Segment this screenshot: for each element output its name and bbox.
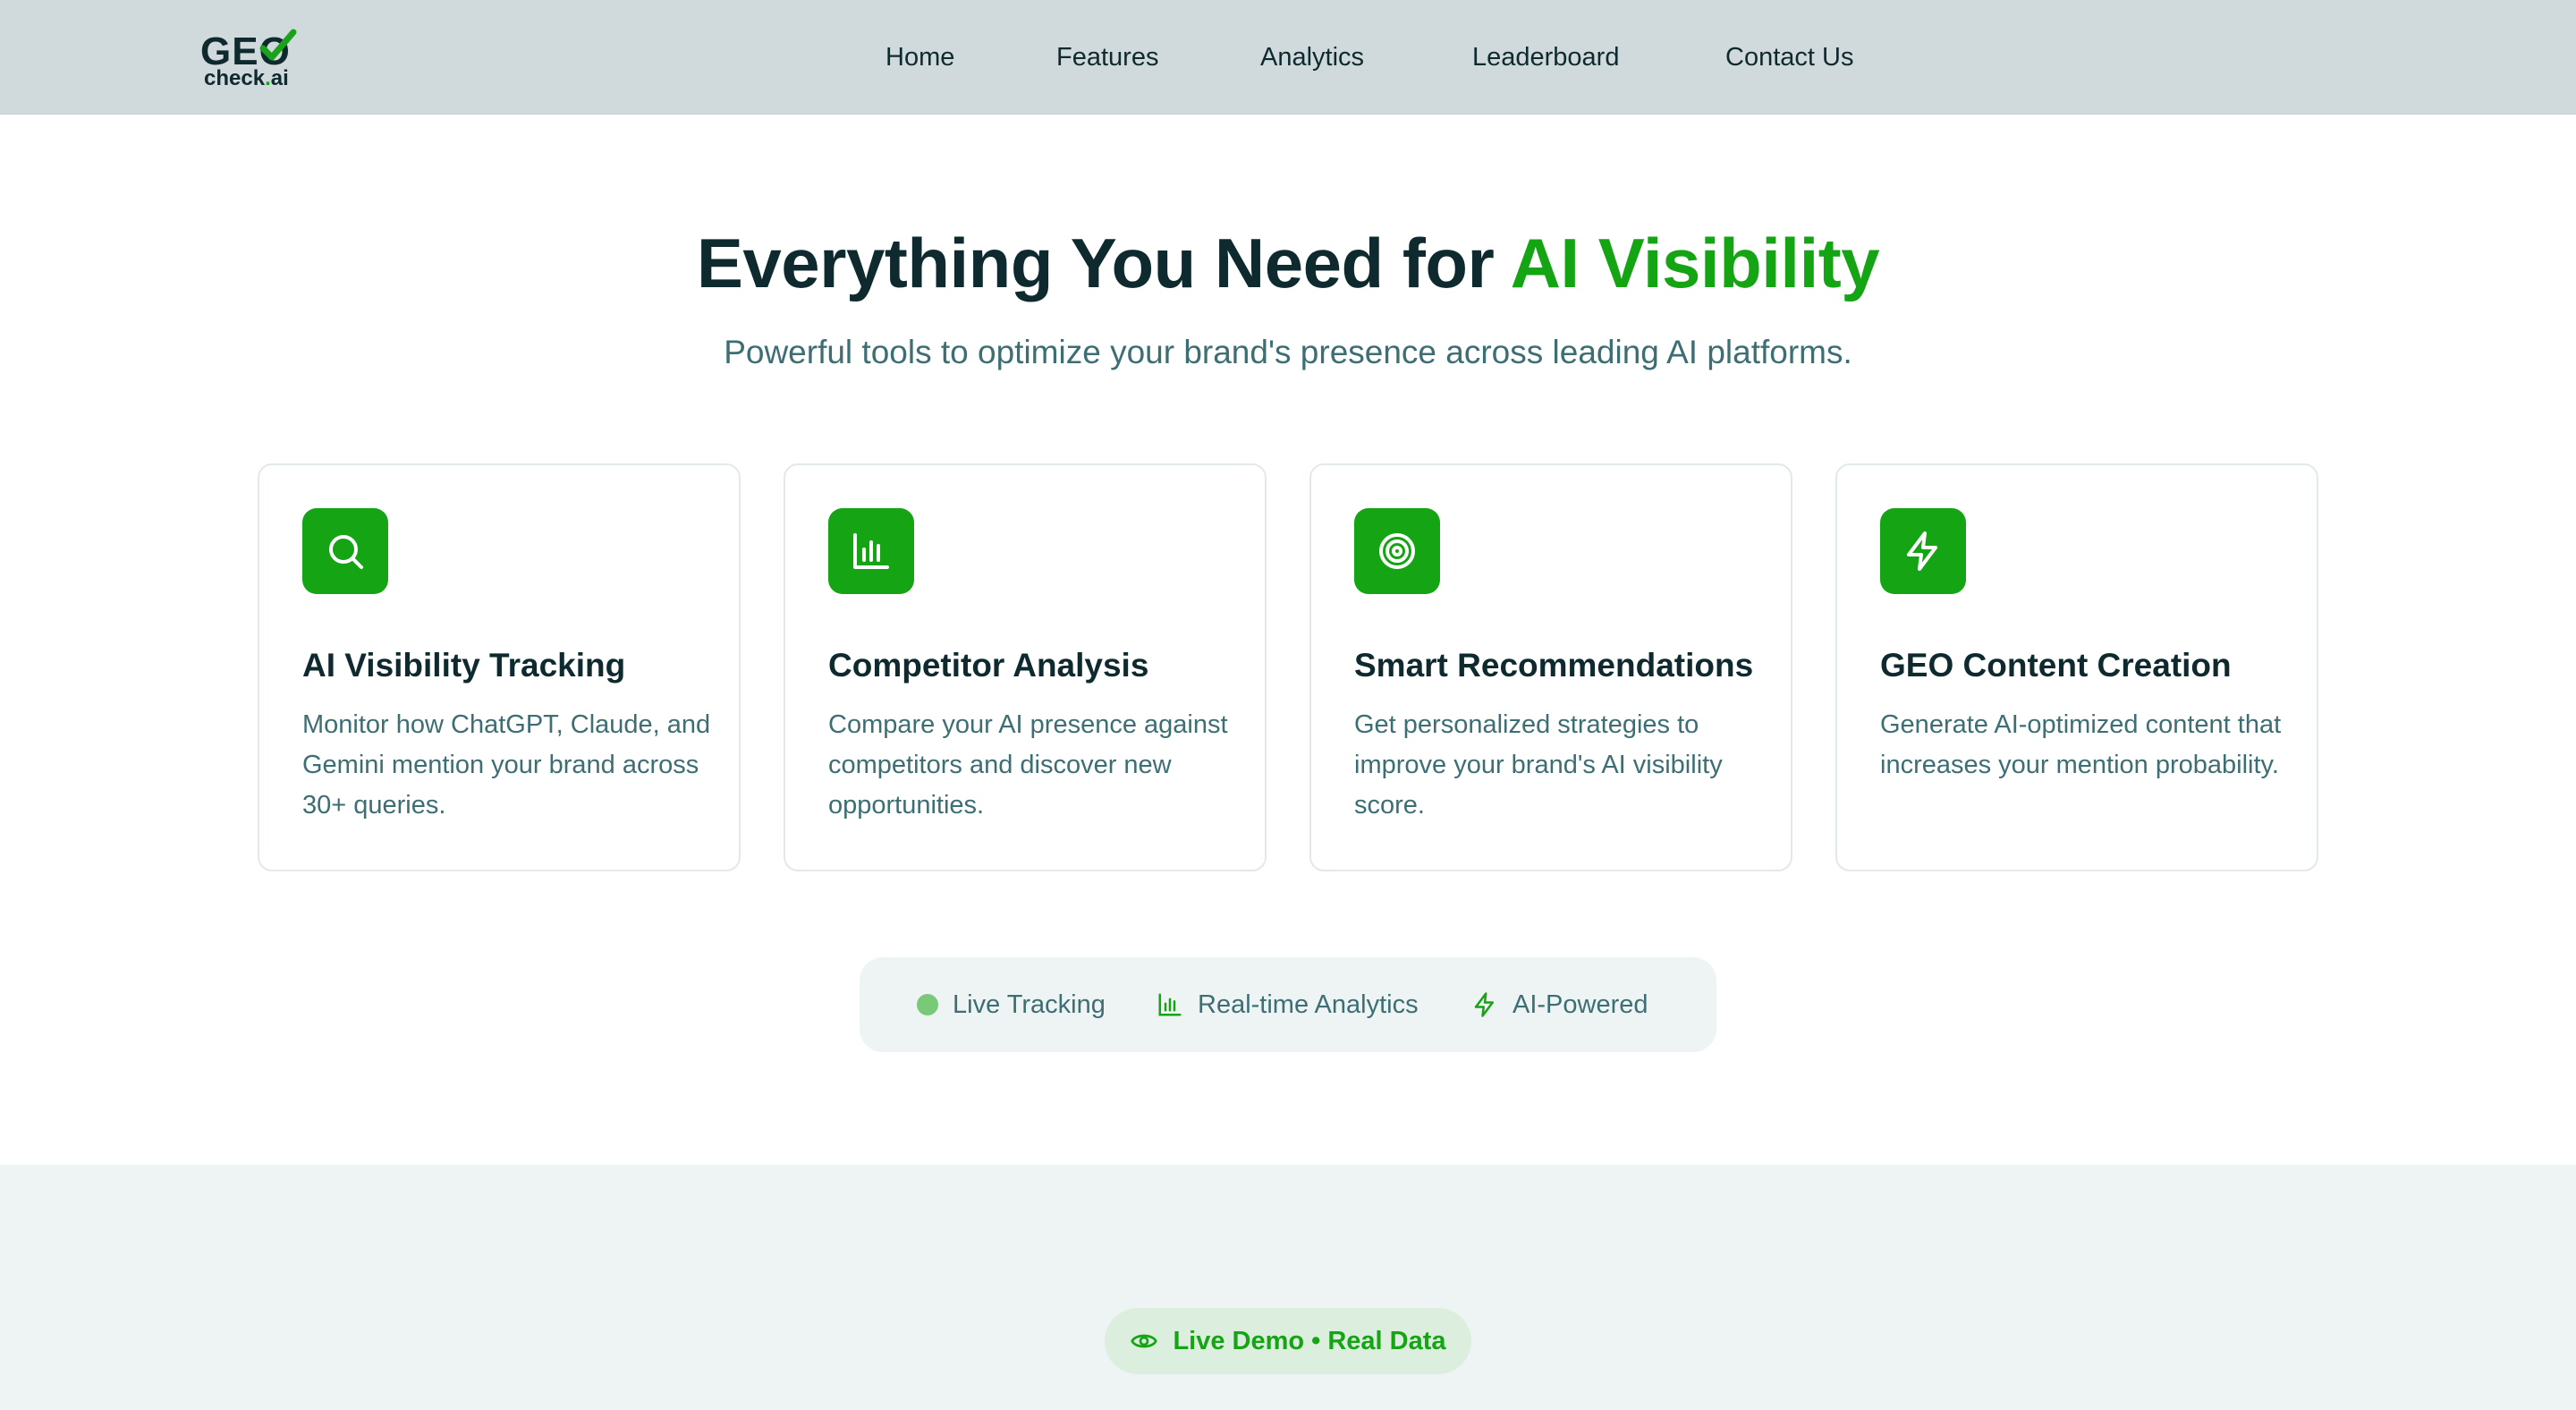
- bar-chart-icon: [1157, 991, 1183, 1018]
- nav-contact-us[interactable]: Contact Us: [1725, 39, 1853, 75]
- feature-card-geo-content-creation: GEO Content Creation Generate AI-optimiz…: [1835, 463, 2318, 871]
- feature-description: Get personalized strategies to improve y…: [1354, 710, 1723, 820]
- bar-chart-icon: [828, 508, 914, 594]
- highlight-label: AI-Powered: [1513, 990, 1648, 1019]
- highlight-realtime-analytics: Real-time Analytics: [1157, 986, 1419, 1024]
- title-prefix: Everything You Need for: [696, 224, 1511, 302]
- live-dot-icon: [917, 994, 938, 1015]
- highlight-label: Live Tracking: [953, 990, 1106, 1019]
- feature-card-competitor-analysis: Competitor Analysis Compare your AI pres…: [784, 463, 1267, 871]
- highlights-bar: Live Tracking Real-time Analytics AI-Pow…: [860, 957, 1716, 1052]
- feature-title: GEO Content Creation: [1880, 647, 2232, 684]
- eye-icon: [1130, 1327, 1158, 1355]
- feature-card-smart-recommendations: Smart Recommendations Get personalized s…: [1309, 463, 1792, 871]
- top-navbar: GEO check.ai Home Features Analytics Lea…: [0, 0, 2576, 115]
- highlight-live-tracking: Live Tracking: [917, 986, 1106, 1024]
- section-subtitle: Powerful tools to optimize your brand's …: [724, 334, 1852, 370]
- nav-home[interactable]: Home: [886, 39, 954, 75]
- lightning-icon: [1471, 991, 1498, 1018]
- feature-title: AI Visibility Tracking: [302, 647, 626, 684]
- demo-badge-label: Live Demo • Real Data: [1173, 1326, 1446, 1355]
- nav-leaderboard[interactable]: Leaderboard: [1472, 39, 1619, 75]
- lightning-icon: [1880, 508, 1966, 594]
- feature-card-visibility-tracking: AI Visibility Tracking Monitor how ChatG…: [258, 463, 741, 871]
- section-title: Everything You Need for AI Visibility: [0, 220, 2576, 306]
- live-demo-badge: Live Demo • Real Data: [1105, 1308, 1471, 1374]
- title-accent: AI Visibility: [1510, 224, 1880, 302]
- target-icon: [1354, 508, 1440, 594]
- main-nav: Home Features Analytics Leaderboard Cont…: [0, 39, 2576, 75]
- search-icon: [302, 508, 388, 594]
- feature-description: Monitor how ChatGPT, Claude, and Gemini …: [302, 710, 711, 820]
- nav-features[interactable]: Features: [1056, 39, 1158, 75]
- feature-description: Generate AI-optimized content that incre…: [1880, 710, 2282, 779]
- feature-description: Compare your AI presence against competi…: [828, 710, 1228, 820]
- feature-title: Smart Recommendations: [1354, 647, 1754, 684]
- feature-title: Competitor Analysis: [828, 647, 1149, 684]
- highlight-ai-powered: AI-Powered: [1471, 986, 1648, 1024]
- highlight-label: Real-time Analytics: [1198, 990, 1419, 1019]
- nav-analytics[interactable]: Analytics: [1260, 39, 1364, 75]
